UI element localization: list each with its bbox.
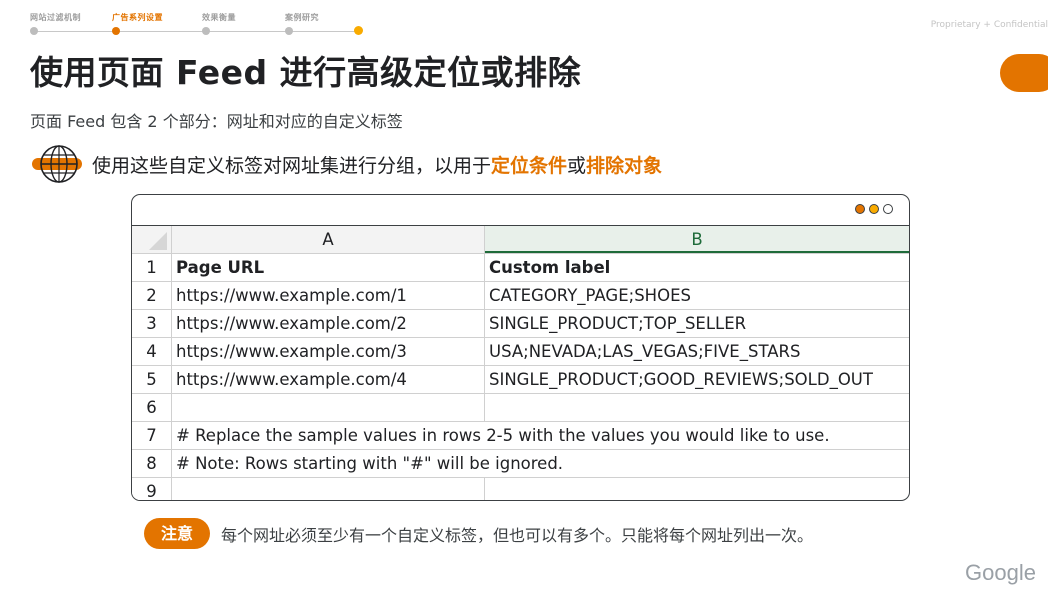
globe-target-icon [32,144,84,184]
progress-nav: 网站过滤机制 广告系列设置 效果衡量 案例研究 [30,12,363,38]
comment-cell[interactable]: # Note: Rows starting with "#" will be i… [172,450,909,477]
table-row: 8 # Note: Rows starting with "#" will be… [132,450,909,478]
row-number[interactable]: 6 [132,394,172,421]
table-row: 2 https://www.example.com/1 CATEGORY_PAG… [132,282,909,310]
highlight-exclusion: 排除对象 [586,154,663,177]
nav-step-dot [112,27,120,35]
url-cell[interactable]: https://www.example.com/3 [172,338,485,365]
note-text: 每个网址必须至少有一个自定义标签，但也可以有多个。只能将每个网址列出一次。 [221,525,814,545]
row-number[interactable]: 8 [132,450,172,477]
table-row: 7 # Replace the sample values in rows 2-… [132,422,909,450]
confidential-label: Proprietary + Confidential [930,20,1048,30]
table-row: 6 [132,394,909,422]
nav-step-dot [30,27,38,35]
table-row: 1 Page URL Custom label [132,254,909,282]
table-row: 5 https://www.example.com/4 SINGLE_PRODU… [132,366,909,394]
nav-step-label: 网站过滤机制 [30,13,81,22]
progress-end-dot [354,26,363,35]
note-badge: 注意 [144,518,211,549]
nav-step-4[interactable]: 案例研究 [285,12,319,35]
spreadsheet-window: A B 1 Page URL Custom label 2 https://ww… [131,194,910,501]
nav-step-dot [202,27,210,35]
note-row: 注意 每个网址必须至少有一个自定义标签，但也可以有多个。只能将每个网址列出一次。 [144,518,813,549]
row-number[interactable]: 1 [132,254,172,281]
table-row: 9 [132,478,909,500]
label-cell[interactable]: CATEGORY_PAGE;SHOES [485,282,909,309]
table-row: 3 https://www.example.com/2 SINGLE_PRODU… [132,310,909,338]
bullet-text-middle: 或 [567,154,587,177]
nav-step-label: 广告系列设置 [112,13,163,22]
bullet-row: 使用这些自定义标签对网址集进行分组，以用于定位条件或排除对象 [32,144,662,184]
url-cell[interactable]: https://www.example.com/2 [172,310,485,337]
nav-step-dot [285,27,293,35]
row-number[interactable]: 4 [132,338,172,365]
empty-cell[interactable] [172,394,485,421]
page-subtitle: 页面 Feed 包含 2 个部分：网址和对应的自定义标签 [30,112,403,131]
bullet-text-before: 使用这些自定义标签对网址集进行分组，以用于 [92,154,492,177]
row-number[interactable]: 5 [132,366,172,393]
highlight-targeting: 定位条件 [491,154,568,177]
label-cell[interactable]: USA;NEVADA;LAS_VEGAS;FIVE_STARS [485,338,909,365]
row-number[interactable]: 2 [132,282,172,309]
url-cell[interactable]: https://www.example.com/4 [172,366,485,393]
nav-step-label: 案例研究 [285,13,319,22]
window-dot-yellow[interactable] [869,204,879,214]
empty-cell[interactable] [172,478,485,500]
label-cell[interactable]: SINGLE_PRODUCT;TOP_SELLER [485,310,909,337]
nav-step-label: 效果衡量 [202,13,236,22]
column-header-b[interactable]: B [485,226,909,253]
window-title-bar [132,195,909,226]
header-cell-custom-label[interactable]: Custom label [485,254,909,281]
header-cell-page-url[interactable]: Page URL [172,254,485,281]
row-number[interactable]: 7 [132,422,172,449]
row-number[interactable]: 3 [132,310,172,337]
nav-step-3[interactable]: 效果衡量 [202,12,236,35]
nav-step-1[interactable]: 网站过滤机制 [30,12,81,35]
column-header-a[interactable]: A [172,226,485,253]
window-dot-orange[interactable] [855,204,865,214]
select-all-corner[interactable] [132,226,172,253]
spreadsheet-grid: A B 1 Page URL Custom label 2 https://ww… [132,226,909,500]
label-cell[interactable]: SINGLE_PRODUCT;GOOD_REVIEWS;SOLD_OUT [485,366,909,393]
nav-step-2[interactable]: 广告系列设置 [112,12,163,35]
progress-line [36,31,360,32]
column-header-row: A B [132,226,909,254]
comment-cell[interactable]: # Replace the sample values in rows 2-5 … [172,422,909,449]
row-number[interactable]: 9 [132,478,172,500]
google-logo: Google [965,560,1036,585]
url-cell[interactable]: https://www.example.com/1 [172,282,485,309]
empty-cell[interactable] [485,394,909,421]
page-title: 使用页面 Feed 进行高级定位或排除 [30,53,582,92]
decorative-orange-pill [1000,54,1048,92]
empty-cell[interactable] [485,478,909,500]
window-controls [855,204,893,214]
table-row: 4 https://www.example.com/3 USA;NEVADA;L… [132,338,909,366]
bullet-text: 使用这些自定义标签对网址集进行分组，以用于定位条件或排除对象 [92,151,662,178]
window-dot-white[interactable] [883,204,893,214]
